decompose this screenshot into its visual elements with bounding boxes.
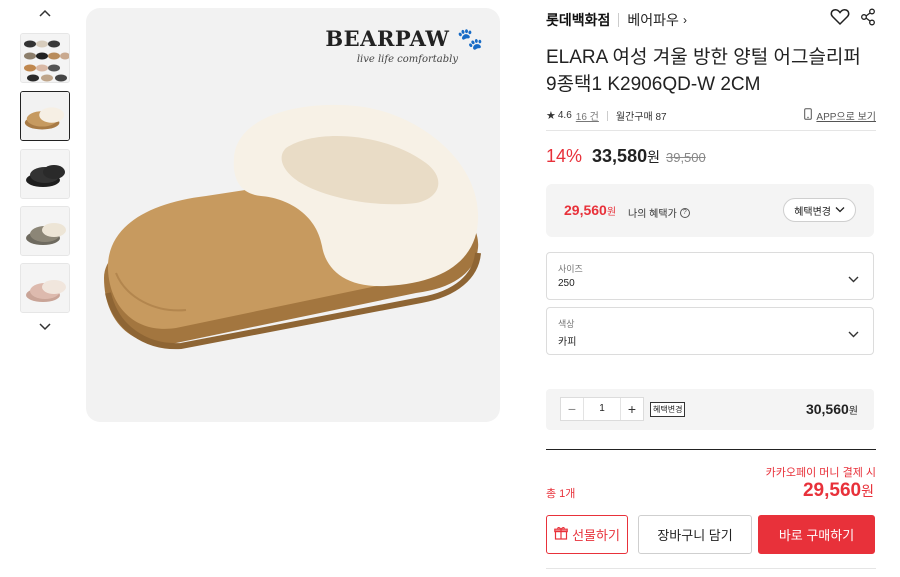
rating-row: ★ 4.6 16 건 월간구매 87 APP으로 보기 (546, 108, 876, 123)
phone-icon (804, 108, 813, 123)
price-row: 14% 33,580 원 39,500 (546, 146, 706, 167)
gift-button-label: 선물하기 (572, 528, 620, 543)
section-divider (546, 130, 876, 131)
color-select-label: 색상 (558, 319, 575, 329)
quantity-benefit-tag[interactable]: 혜택변경 (650, 402, 686, 417)
line-price-value: 30,560 (805, 401, 849, 417)
help-icon[interactable]: ? (679, 207, 690, 218)
thumb-up-chevron-icon[interactable] (38, 8, 54, 22)
brand-link[interactable]: 베어파우 (627, 10, 679, 30)
change-benefit-label: 혜택변경 (794, 206, 831, 218)
benefit-box: 29,560원 나의 혜택가 ? 혜택변경 (546, 184, 874, 237)
thumbnail-4[interactable] (20, 206, 70, 256)
original-price: 39,500 (665, 150, 706, 165)
total-divider (546, 449, 876, 450)
color-select-value: 카피 (558, 337, 577, 348)
quantity-value[interactable]: 1 (583, 398, 621, 420)
benefit-label: 나의 혜택가 ? (628, 205, 690, 220)
app-view-link[interactable]: APP으로 보기 (804, 108, 876, 123)
main-product-image: BEARPAW 🐾 live life comfortably (86, 8, 500, 422)
kakao-pay-note: 카카오페이 머니 결제 시 (765, 467, 876, 479)
thumbnail-1[interactable] (20, 33, 70, 83)
share-icon[interactable] (860, 8, 876, 31)
monthly-purchases: 월간구매 87 (615, 112, 667, 123)
rating-value: 4.6 (557, 110, 572, 121)
sale-price: 33,580 (592, 146, 648, 166)
benefit-price-unit: 원 (606, 207, 617, 218)
brand-breadcrumb: 롯데백화점 베어파우 › (546, 10, 687, 30)
quantity-stepper: − 1 + (560, 397, 644, 421)
gift-button[interactable]: 선물하기 (546, 515, 628, 554)
heart-icon[interactable] (830, 8, 850, 31)
add-to-cart-button[interactable]: 장바구니 담기 (638, 515, 752, 554)
meta-divider (606, 110, 608, 121)
chevron-down-icon (848, 325, 859, 343)
total-price-unit: 원 (861, 483, 874, 499)
discount-rate: 14% (546, 146, 583, 166)
benefit-label-text: 나의 혜택가 (628, 209, 677, 220)
size-select-label: 사이즈 (558, 264, 583, 274)
currency-unit: 원 (647, 149, 660, 165)
chevron-right-icon: › (682, 13, 687, 27)
total-price-value: 29,560 (802, 480, 862, 501)
chevron-down-icon (848, 270, 859, 288)
thumbnail-3[interactable] (20, 149, 70, 199)
brand-divider (618, 13, 620, 27)
review-count-link[interactable]: 16 건 (576, 108, 599, 123)
chevron-down-icon (835, 205, 845, 216)
benefit-price-value: 29,560 (564, 202, 607, 218)
store-link[interactable]: 롯데백화점 (546, 10, 610, 30)
benefit-price: 29,560원 (564, 202, 616, 218)
size-select-value: 250 (558, 278, 575, 289)
product-title: ELARA 여성 겨울 방한 양털 어그슬리퍼 9종택1 K2906QD-W 2… (546, 47, 861, 95)
thumb-down-chevron-icon[interactable] (38, 322, 54, 336)
slipper-illustration (104, 104, 481, 350)
change-benefit-button[interactable]: 혜택변경 (783, 198, 856, 222)
increase-button[interactable]: + (621, 398, 643, 420)
app-view-label: APP으로 보기 (816, 112, 876, 123)
size-select[interactable]: 사이즈 250 (546, 252, 874, 300)
thumbnail-5[interactable] (20, 263, 70, 313)
total-count: 총 1개 (546, 488, 576, 500)
total-price: 29,560원 (803, 480, 874, 502)
footer-divider (546, 568, 876, 569)
thumbnail-2[interactable] (20, 91, 70, 141)
color-select[interactable]: 색상 카피 (546, 307, 874, 355)
gift-icon (554, 526, 568, 543)
line-price: 30,560원 (806, 401, 858, 417)
line-price-unit: 원 (848, 406, 858, 417)
decrease-button[interactable]: − (561, 398, 583, 420)
star-icon: ★ (546, 110, 556, 122)
quantity-box: − 1 + 혜택변경 30,560원 (546, 389, 874, 430)
buy-now-button[interactable]: 바로 구매하기 (758, 515, 875, 554)
